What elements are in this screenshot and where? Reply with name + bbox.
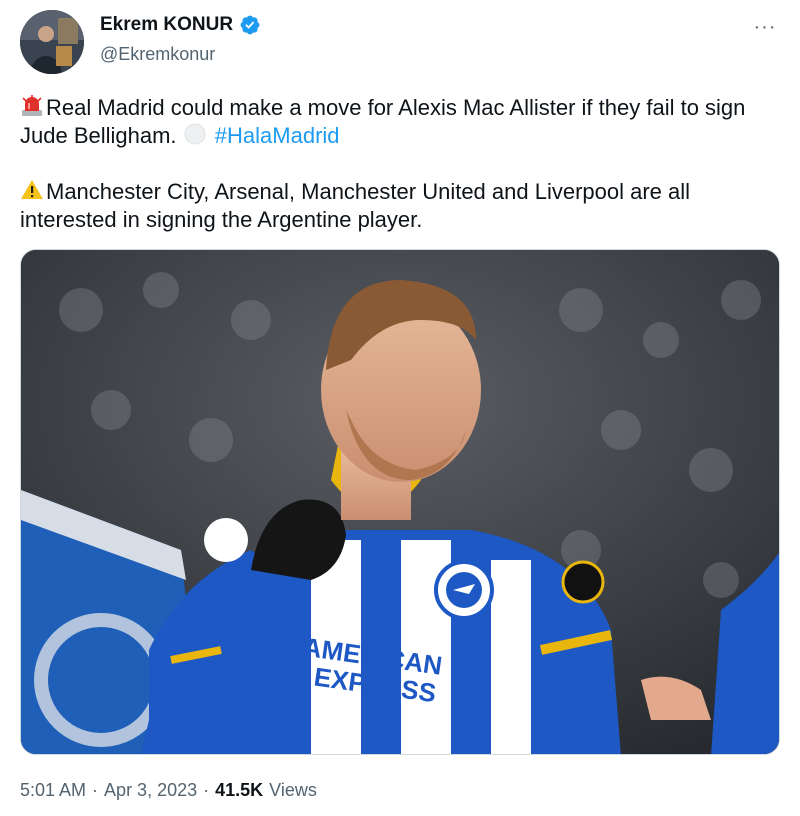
verified-badge-icon	[240, 15, 260, 35]
rotating-light-icon	[22, 95, 42, 116]
tweet-header: Ekrem KONUR @Ekremkonur ···	[20, 10, 780, 76]
display-name[interactable]: Ekrem KONUR	[100, 14, 233, 36]
meta-separator: ·	[92, 780, 99, 800]
warning-icon	[21, 180, 43, 199]
views-count: 41.5K	[215, 780, 264, 800]
avatar-image	[20, 10, 84, 74]
tweet-text: Real Madrid could make a move for Alexis…	[20, 94, 780, 234]
tweet-date[interactable]: Apr 3, 2023	[104, 780, 197, 801]
player-photo: AMERICAN EXPRESS	[21, 250, 779, 754]
tweet-line-2: Manchester City, Arsenal, Manchester Uni…	[20, 179, 691, 232]
views-label: Views	[269, 780, 317, 800]
user-handle[interactable]: @Ekremkonur	[100, 44, 215, 65]
tweet-media-photo[interactable]: AMERICAN EXPRESS	[20, 249, 780, 755]
white-circle-icon	[184, 123, 206, 145]
tweet-time[interactable]: 5:01 AM	[20, 780, 86, 801]
hashtag-link[interactable]: #HalaMadrid	[215, 123, 340, 148]
tweet-paragraph-1: Real Madrid could make a move for Alexis…	[20, 94, 780, 150]
tweet-line-1: Real Madrid could make a move for Alexis…	[20, 95, 746, 148]
tweet-paragraph-2: Manchester City, Arsenal, Manchester Uni…	[20, 178, 780, 234]
tweet-meta: 5:01 AM · Apr 3, 2023 · 41.5K Views	[20, 780, 317, 801]
meta-separator: ·	[203, 780, 210, 800]
avatar[interactable]	[20, 10, 84, 74]
more-options-icon[interactable]: ···	[750, 12, 780, 42]
